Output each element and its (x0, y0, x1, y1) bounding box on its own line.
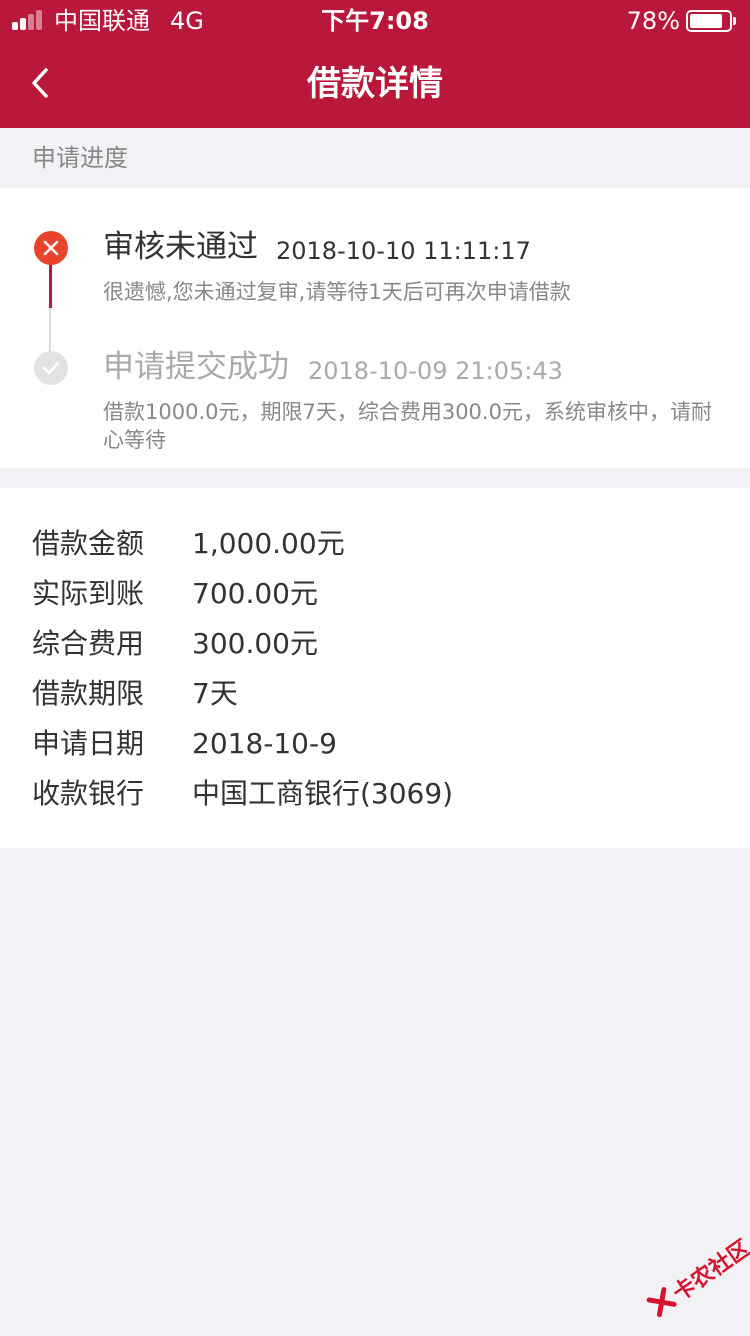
step-time-submitted: 2018-10-09 21:05:43 (308, 357, 563, 385)
detail-value: 1,000.00元 (192, 527, 345, 560)
detail-row: 申请日期 2018-10-9 (0, 719, 750, 769)
step-title-submitted: 申请提交成功 (103, 349, 289, 385)
detail-row: 综合费用 300.00元 (0, 619, 750, 669)
detail-value: 7天 (192, 677, 238, 710)
detail-row: 借款金额 1,000.00元 (0, 519, 750, 569)
step-time-rejected: 2018-10-10 11:11:17 (276, 237, 531, 265)
detail-label: 申请日期 (32, 727, 145, 760)
status-bar: 中国联通 4G 下午7:08 78% (0, 0, 750, 40)
detail-row: 借款期限 7天 (0, 669, 750, 719)
timeline-connector (49, 308, 51, 352)
detail-label: 综合费用 (32, 627, 145, 660)
detail-label: 借款期限 (32, 677, 145, 710)
check-circle-icon (34, 351, 68, 385)
detail-row: 实际到账 700.00元 (0, 569, 750, 619)
battery-percent: 78% (626, 7, 680, 35)
watermark-text: 卡农社区 (668, 1235, 750, 1307)
step-desc-rejected: 很遗憾,您未通过复审,请等待1天后可再次申请借款 (103, 280, 571, 304)
detail-row: 收款银行 中国工商银行(3069) (0, 769, 750, 819)
loan-details: 借款金额 1,000.00元 实际到账 700.00元 综合费用 300.00元… (0, 488, 750, 848)
close-circle-icon (34, 231, 68, 265)
detail-value: 300.00元 (192, 627, 318, 660)
detail-label: 实际到账 (32, 577, 145, 610)
detail-value: 中国工商银行(3069) (192, 777, 454, 810)
battery-icon (686, 10, 736, 32)
watermark: 卡农社区 (633, 1224, 750, 1336)
detail-label: 借款金额 (32, 527, 145, 560)
progress-timeline: 审核未通过 2018-10-10 11:11:17 很遗憾,您未通过复审,请等待… (0, 188, 750, 468)
detail-label: 收款银行 (32, 777, 145, 810)
detail-value: 2018-10-9 (192, 727, 337, 760)
step-desc-submitted: 借款1000.0元，期限7天，综合费用300.0元，系统审核中，请耐心等待 (103, 400, 712, 452)
page-title: 借款详情 (307, 64, 443, 104)
section-label-progress: 申请进度 (32, 144, 128, 172)
step-title-rejected: 审核未通过 (103, 229, 258, 265)
detail-value: 700.00元 (192, 577, 318, 610)
header: 中国联通 4G 下午7:08 78% 借款详情 (0, 0, 750, 128)
